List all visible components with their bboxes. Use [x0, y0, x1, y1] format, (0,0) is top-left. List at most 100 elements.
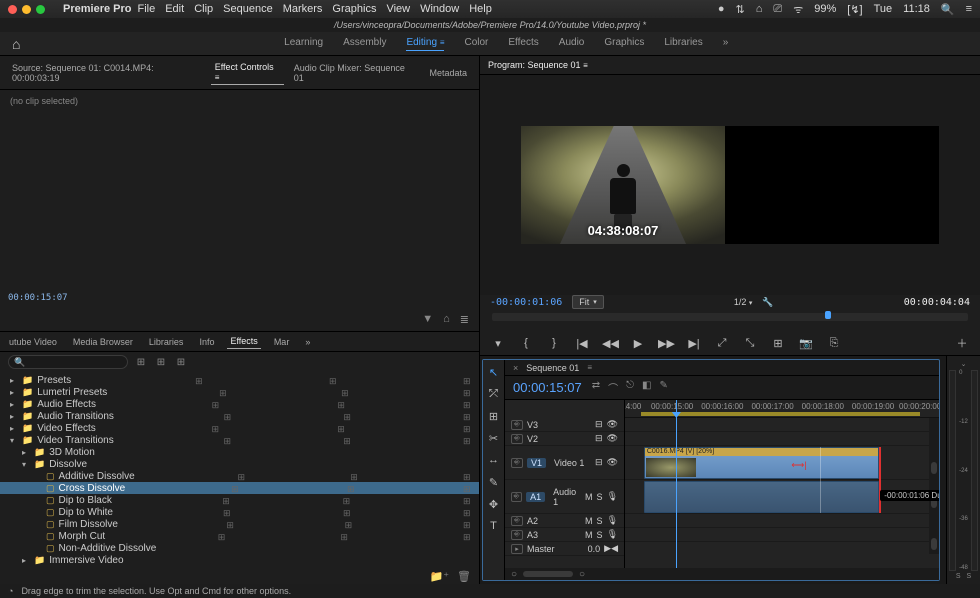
new-bin-button[interactable]: 📁⁺ [430, 570, 450, 583]
track-header-a3[interactable]: ⎆A3MS🎙 [505, 528, 624, 542]
tab-metadata[interactable]: Metadata [425, 66, 471, 80]
trim-edge[interactable] [879, 447, 881, 513]
effects-tree-item[interactable]: ▢Film Dissolve⊞⊞⊞ [0, 518, 479, 530]
go-to-out-button[interactable]: ▶| [686, 337, 702, 350]
menu-edit[interactable]: Edit [165, 3, 184, 15]
track-header-a1[interactable]: ⎆A1Audio 1MS🎙 [505, 480, 624, 514]
lane-v3[interactable] [625, 418, 939, 432]
extract-button[interactable]: ⤡ [742, 337, 758, 350]
step-back-button[interactable]: ◀◀ [602, 337, 618, 350]
track-header-v2[interactable]: ⎆V2⊟👁 [505, 432, 624, 446]
menu-help[interactable]: Help [469, 3, 492, 15]
workspace-learning[interactable]: Learning [284, 37, 323, 51]
hand-tool[interactable]: ✥ [486, 496, 502, 512]
linked-selection-icon[interactable]: ⌒ [608, 380, 618, 395]
effects-tree[interactable]: ▸📁Presets⊞⊞⊞▸📁Lumetri Presets⊞⊞⊞▸📁Audio … [0, 372, 479, 568]
fx-badge-1[interactable]: ⊞ [134, 355, 148, 369]
tab-info[interactable]: Info [196, 335, 217, 349]
tab-project[interactable]: utube Video [6, 335, 60, 349]
timeline-horizontal-scroll[interactable]: ○○ [505, 568, 939, 580]
effects-tree-item[interactable]: ▸📁Immersive Video [0, 554, 479, 566]
video-clip[interactable]: C0016.MP4 [V] [20%] [644, 447, 880, 479]
close-window-dot[interactable] [8, 5, 17, 14]
effects-search-input[interactable]: 🔍 [8, 355, 128, 369]
zoom-window-dot[interactable] [36, 5, 45, 14]
pen-tool[interactable]: ✎ [486, 474, 502, 490]
app-name[interactable]: Premiere Pro [63, 3, 131, 15]
play-button[interactable]: ▶ [630, 337, 646, 350]
type-tool[interactable]: T [486, 518, 502, 534]
lane-v2[interactable] [625, 432, 939, 446]
filter-icon[interactable]: ▼ [422, 313, 433, 325]
fx-badge-2[interactable]: ⊞ [154, 355, 168, 369]
menu-file[interactable]: File [137, 3, 155, 15]
program-monitor-viewport[interactable]: 04:38:08:07 [480, 75, 980, 295]
workspace-effects[interactable]: Effects [508, 37, 538, 51]
scrub-handle[interactable] [825, 311, 831, 319]
tab-libraries[interactable]: Libraries [146, 335, 187, 349]
effects-tree-item[interactable]: ▸📁Audio Transitions⊞⊞⊞ [0, 410, 479, 422]
spotlight-icon[interactable]: 🔍 [941, 3, 955, 16]
mark-in-button[interactable]: { [518, 337, 534, 349]
audio-clip[interactable] [644, 481, 880, 513]
tab-markers[interactable]: Mar [271, 335, 293, 349]
comparison-button[interactable]: ⎘ [826, 337, 842, 350]
razor-tool[interactable]: ✂ [486, 430, 502, 446]
effects-tree-item[interactable]: ▢Additive Dissolve⊞⊞⊞ [0, 470, 479, 482]
work-area-bar[interactable] [641, 412, 920, 416]
effects-tree-item[interactable]: ▸📁Audio Effects⊞⊞⊞ [0, 398, 479, 410]
solo-right[interactable]: S [967, 573, 972, 580]
effects-tree-item[interactable]: ▸📁Presets⊞⊞⊞ [0, 374, 479, 386]
trash-button[interactable]: 🗑 [457, 570, 471, 583]
selection-tool[interactable]: ↖ [486, 364, 502, 380]
source-timecode[interactable]: 00:00:15:07 [0, 293, 479, 307]
effects-tree-item[interactable]: ▢Dip to White⊞⊞⊞ [0, 506, 479, 518]
track-header-v3[interactable]: ⎆V3⊟👁 [505, 418, 624, 432]
workspace-overflow[interactable]: » [723, 37, 729, 51]
marker-icon[interactable]: ⎋ [626, 380, 634, 395]
track-header-v1[interactable]: ⎆V1Video 1⊟👁 [505, 446, 624, 480]
zoom-fit-dropdown[interactable]: Fit▾ [572, 295, 604, 309]
effects-tree-item[interactable]: ▢Dip to Black⊞⊞⊞ [0, 494, 479, 506]
workspace-audio[interactable]: Audio [559, 37, 585, 51]
dropbox-icon[interactable]: ⇅ [736, 3, 745, 16]
mark-out-button[interactable]: } [546, 337, 562, 349]
effects-tree-item[interactable]: ▸📁Video Effects⊞⊞⊞ [0, 422, 479, 434]
lane-a2[interactable] [625, 514, 939, 528]
effects-tree-item[interactable]: ▢Cross Dissolve⊞⊞⊞ [0, 482, 479, 494]
workspace-assembly[interactable]: Assembly [343, 37, 386, 51]
minimize-window-dot[interactable] [22, 5, 31, 14]
menu-view[interactable]: View [386, 3, 410, 15]
workspace-libraries[interactable]: Libraries [664, 37, 702, 51]
snap-icon[interactable]: ⇄ [592, 380, 600, 395]
go-to-in-button[interactable]: |◀ [574, 337, 590, 350]
lane-a3[interactable] [625, 528, 939, 542]
snapshot-button[interactable]: 📷 [798, 337, 814, 350]
wrench-icon[interactable]: ✎ [659, 380, 667, 395]
menu-graphics[interactable]: Graphics [332, 3, 376, 15]
menu-window[interactable]: Window [420, 3, 459, 15]
status-icon-4[interactable]: ⎚ [773, 3, 782, 16]
battery-icon[interactable]: [↯] [847, 3, 862, 16]
home-button[interactable]: ⌂ [12, 36, 20, 52]
status-icon-3[interactable]: ⌂ [756, 3, 763, 15]
wifi-icon[interactable]: ᯤ [793, 2, 803, 17]
tab-media-browser[interactable]: Media Browser [70, 335, 136, 349]
timeline-ruler[interactable]: 14:00 00:00:15:00 00:00:16:00 00:00:17:0… [625, 400, 939, 418]
ripple-edit-tool[interactable]: ⊞ [486, 408, 502, 424]
program-in-timecode[interactable]: -00:00:01:06 [490, 297, 562, 308]
program-scrub-bar[interactable] [492, 313, 968, 321]
effects-tree-item[interactable]: ▢Morph Cut⊞⊞⊞ [0, 530, 479, 542]
effects-tree-item[interactable]: ▾📁Video Transitions⊞⊞⊞ [0, 434, 479, 446]
zoom-scrollbar[interactable] [523, 571, 573, 577]
tab-overflow[interactable]: » [302, 335, 313, 349]
track-header-a2[interactable]: ⎆A2MS🎙 [505, 514, 624, 528]
sequence-name[interactable]: Sequence 01 [526, 363, 579, 373]
track-header-master[interactable]: ▸Master0.0▶◀ [505, 542, 624, 556]
step-forward-button[interactable]: ▶▶ [658, 337, 674, 350]
status-icon-1[interactable]: ● [718, 3, 725, 15]
export-frame-button[interactable]: ⊞ [770, 337, 786, 350]
notification-center-icon[interactable]: ≡ [966, 3, 972, 15]
resolution-dropdown[interactable]: 1/2 ▾ [734, 297, 753, 307]
timeline-tracks-area[interactable]: 14:00 00:00:15:00 00:00:16:00 00:00:17:0… [625, 400, 939, 568]
